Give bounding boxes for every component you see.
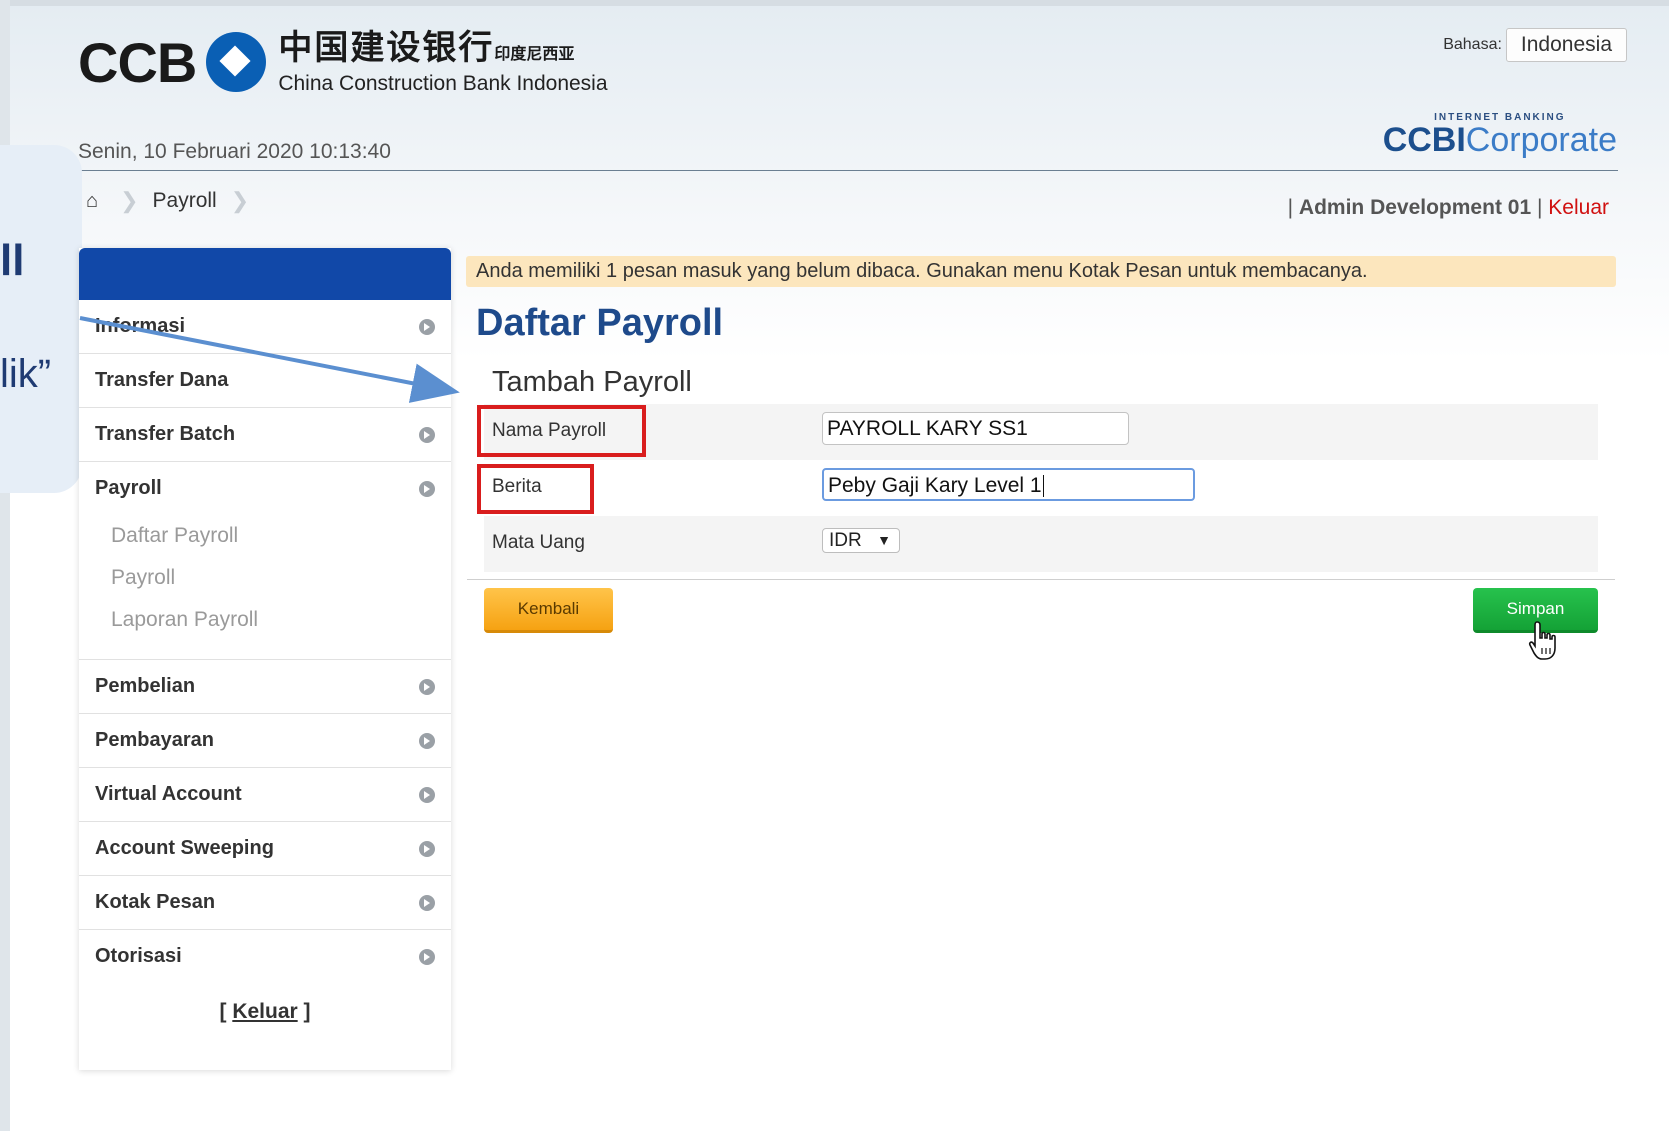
annotation-arrow-icon (79, 316, 460, 403)
